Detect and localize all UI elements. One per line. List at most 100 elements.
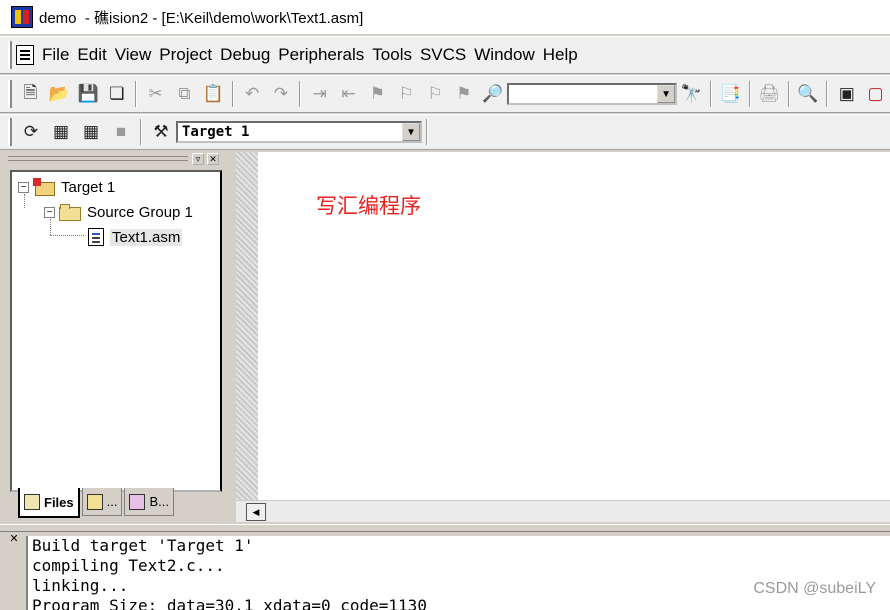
- workspace-tabs: Files ... B...: [18, 488, 176, 518]
- editor-annotation: 写汇编程序: [316, 195, 421, 218]
- window-close-icon[interactable]: ▢: [863, 81, 888, 107]
- uvision-app-icon: [11, 6, 33, 28]
- translate-icon[interactable]: ⟳: [18, 119, 44, 145]
- project-workspace: ▿ ✕ − Target 1 − Source Group 1 Text1.as…: [6, 152, 230, 522]
- undo-icon[interactable]: ↶: [240, 81, 265, 107]
- toolbar-separator: [748, 81, 751, 107]
- save-icon[interactable]: 💾: [76, 81, 101, 107]
- cut-icon[interactable]: ✂: [143, 81, 168, 107]
- tree-item-target-label: Target 1: [61, 178, 116, 196]
- stop-build-icon[interactable]: ■: [108, 119, 134, 145]
- menu-edit[interactable]: Edit: [73, 45, 110, 65]
- menu-view[interactable]: View: [111, 45, 156, 65]
- output-line: compiling Text2.c...: [32, 556, 225, 575]
- toolbar-separator: [709, 81, 712, 107]
- indent-icon[interactable]: ⇥: [307, 81, 332, 107]
- copy-icon[interactable]: ⧉: [172, 81, 197, 107]
- tree-line: [50, 235, 84, 236]
- prev-bookmark-icon[interactable]: ⚐: [394, 81, 419, 107]
- tab-files-label: Files: [44, 494, 74, 510]
- toolbar-separator: [426, 119, 428, 145]
- toolbar-separator: [135, 81, 138, 107]
- folder-icon: [59, 204, 81, 221]
- workspace-grip[interactable]: [8, 156, 188, 161]
- toolbar-grip[interactable]: [8, 118, 12, 146]
- horizontal-scrollbar[interactable]: ◀: [236, 500, 890, 522]
- pane-splitter[interactable]: [0, 524, 890, 532]
- unindent-icon[interactable]: ⇤: [336, 81, 361, 107]
- toolbar-separator: [299, 81, 302, 107]
- find-in-files-icon[interactable]: 🔎: [480, 81, 505, 107]
- scroll-left-icon[interactable]: ◀: [246, 503, 266, 521]
- debug-icon[interactable]: 🔍: [796, 81, 821, 107]
- tab-books[interactable]: B...: [124, 488, 174, 516]
- target-icon: [33, 178, 55, 196]
- find-icon[interactable]: 🔭: [679, 81, 704, 107]
- tree-item-target[interactable]: − Target 1: [18, 176, 115, 198]
- output-grip: ✕: [8, 534, 24, 610]
- toolbar-separator: [231, 81, 234, 107]
- regs-tab-icon: [86, 493, 103, 510]
- close-icon[interactable]: ✕: [8, 534, 20, 546]
- toolbar-grip[interactable]: [8, 80, 12, 108]
- tab-books-label: B...: [149, 494, 169, 509]
- rebuild-icon[interactable]: ▦: [78, 119, 104, 145]
- tree-item-source-group[interactable]: − Source Group 1: [44, 201, 193, 223]
- output-line: Program Size: data=30.1 xdata=0 code=113…: [32, 596, 427, 610]
- output-line: Build target 'Target 1': [32, 536, 254, 555]
- menu-project[interactable]: Project: [155, 45, 216, 65]
- redo-icon[interactable]: ↷: [269, 81, 294, 107]
- options-for-target-icon[interactable]: ⚒: [148, 119, 174, 145]
- tree-item-file[interactable]: Text1.asm: [88, 226, 183, 248]
- editor-gutter: [236, 152, 258, 502]
- clear-bookmarks-icon[interactable]: ⚑: [451, 81, 476, 107]
- books-tab-icon: [129, 493, 146, 510]
- menu-window[interactable]: Window: [470, 45, 538, 65]
- window-title: demo - 礁ision2 - [E:\Keil\demo\work\Text…: [39, 9, 364, 27]
- window-layout-icon[interactable]: ▣: [834, 81, 859, 107]
- tab-files[interactable]: Files: [18, 488, 80, 518]
- chevron-down-icon[interactable]: ▼: [657, 85, 676, 103]
- asm-file-icon: [88, 228, 104, 246]
- build-output[interactable]: Build target 'Target 1' compiling Text2.…: [26, 536, 890, 610]
- menu-peripherals[interactable]: Peripherals: [274, 45, 368, 65]
- title-bar: demo - 礁ision2 - [E:\Keil\demo\work\Text…: [0, 0, 890, 34]
- toolbar-separator: [787, 81, 790, 107]
- print-icon[interactable]: 🖨: [757, 81, 782, 107]
- save-all-icon[interactable]: ❏: [104, 81, 129, 107]
- new-file-icon[interactable]: 🗎: [18, 81, 43, 107]
- find-combo[interactable]: ▼: [507, 83, 678, 105]
- bookmark-icon[interactable]: ⚑: [365, 81, 390, 107]
- target-select[interactable]: Target 1 ▼: [176, 121, 422, 143]
- file-toolbar: 🗎 📂 💾 ❏ ✂ ⧉ 📋 ↶ ↷ ⇥ ⇤ ⚑ ⚐ ⚐ ⚑ 🔎 ▼ 🔭 📑 🖨 …: [0, 75, 890, 113]
- menu-bar: File Edit View Project Debug Peripherals…: [0, 36, 890, 74]
- watermark: CSDN @subeiLY: [753, 580, 876, 597]
- collapse-icon[interactable]: −: [44, 206, 55, 218]
- toolbar-separator: [140, 119, 142, 145]
- menu-file[interactable]: File: [38, 45, 73, 65]
- document-menu-icon[interactable]: [16, 45, 34, 65]
- paste-icon[interactable]: 📋: [201, 81, 226, 107]
- build-icon[interactable]: ▦: [48, 119, 74, 145]
- menu-debug[interactable]: Debug: [216, 45, 274, 65]
- toolbar-separator: [826, 81, 829, 107]
- menubar-grip[interactable]: [8, 41, 12, 69]
- close-icon[interactable]: ✕: [207, 153, 219, 165]
- output-window: ✕ Build target 'Target 1' compiling Text…: [0, 532, 890, 610]
- tab-regs-label: ...: [106, 494, 118, 509]
- target-select-value: Target 1: [182, 124, 250, 140]
- maximize-icon[interactable]: ▿: [192, 153, 204, 165]
- tab-regs[interactable]: ...: [81, 488, 123, 516]
- next-bookmark-icon[interactable]: ⚐: [423, 81, 448, 107]
- collapse-icon[interactable]: −: [18, 181, 29, 193]
- menu-help[interactable]: Help: [539, 45, 582, 65]
- tree-item-file-label: Text1.asm: [110, 228, 183, 246]
- load-icon[interactable]: 📑: [718, 81, 743, 107]
- menu-tools[interactable]: Tools: [368, 45, 416, 65]
- files-tab-icon: [24, 494, 40, 510]
- chevron-down-icon[interactable]: ▼: [402, 123, 420, 141]
- project-tree: − Target 1 − Source Group 1 Text1.asm: [10, 170, 222, 492]
- menu-svcs[interactable]: SVCS: [416, 45, 470, 65]
- editor-area[interactable]: 写汇编程序: [258, 152, 890, 500]
- open-folder-icon[interactable]: 📂: [47, 81, 72, 107]
